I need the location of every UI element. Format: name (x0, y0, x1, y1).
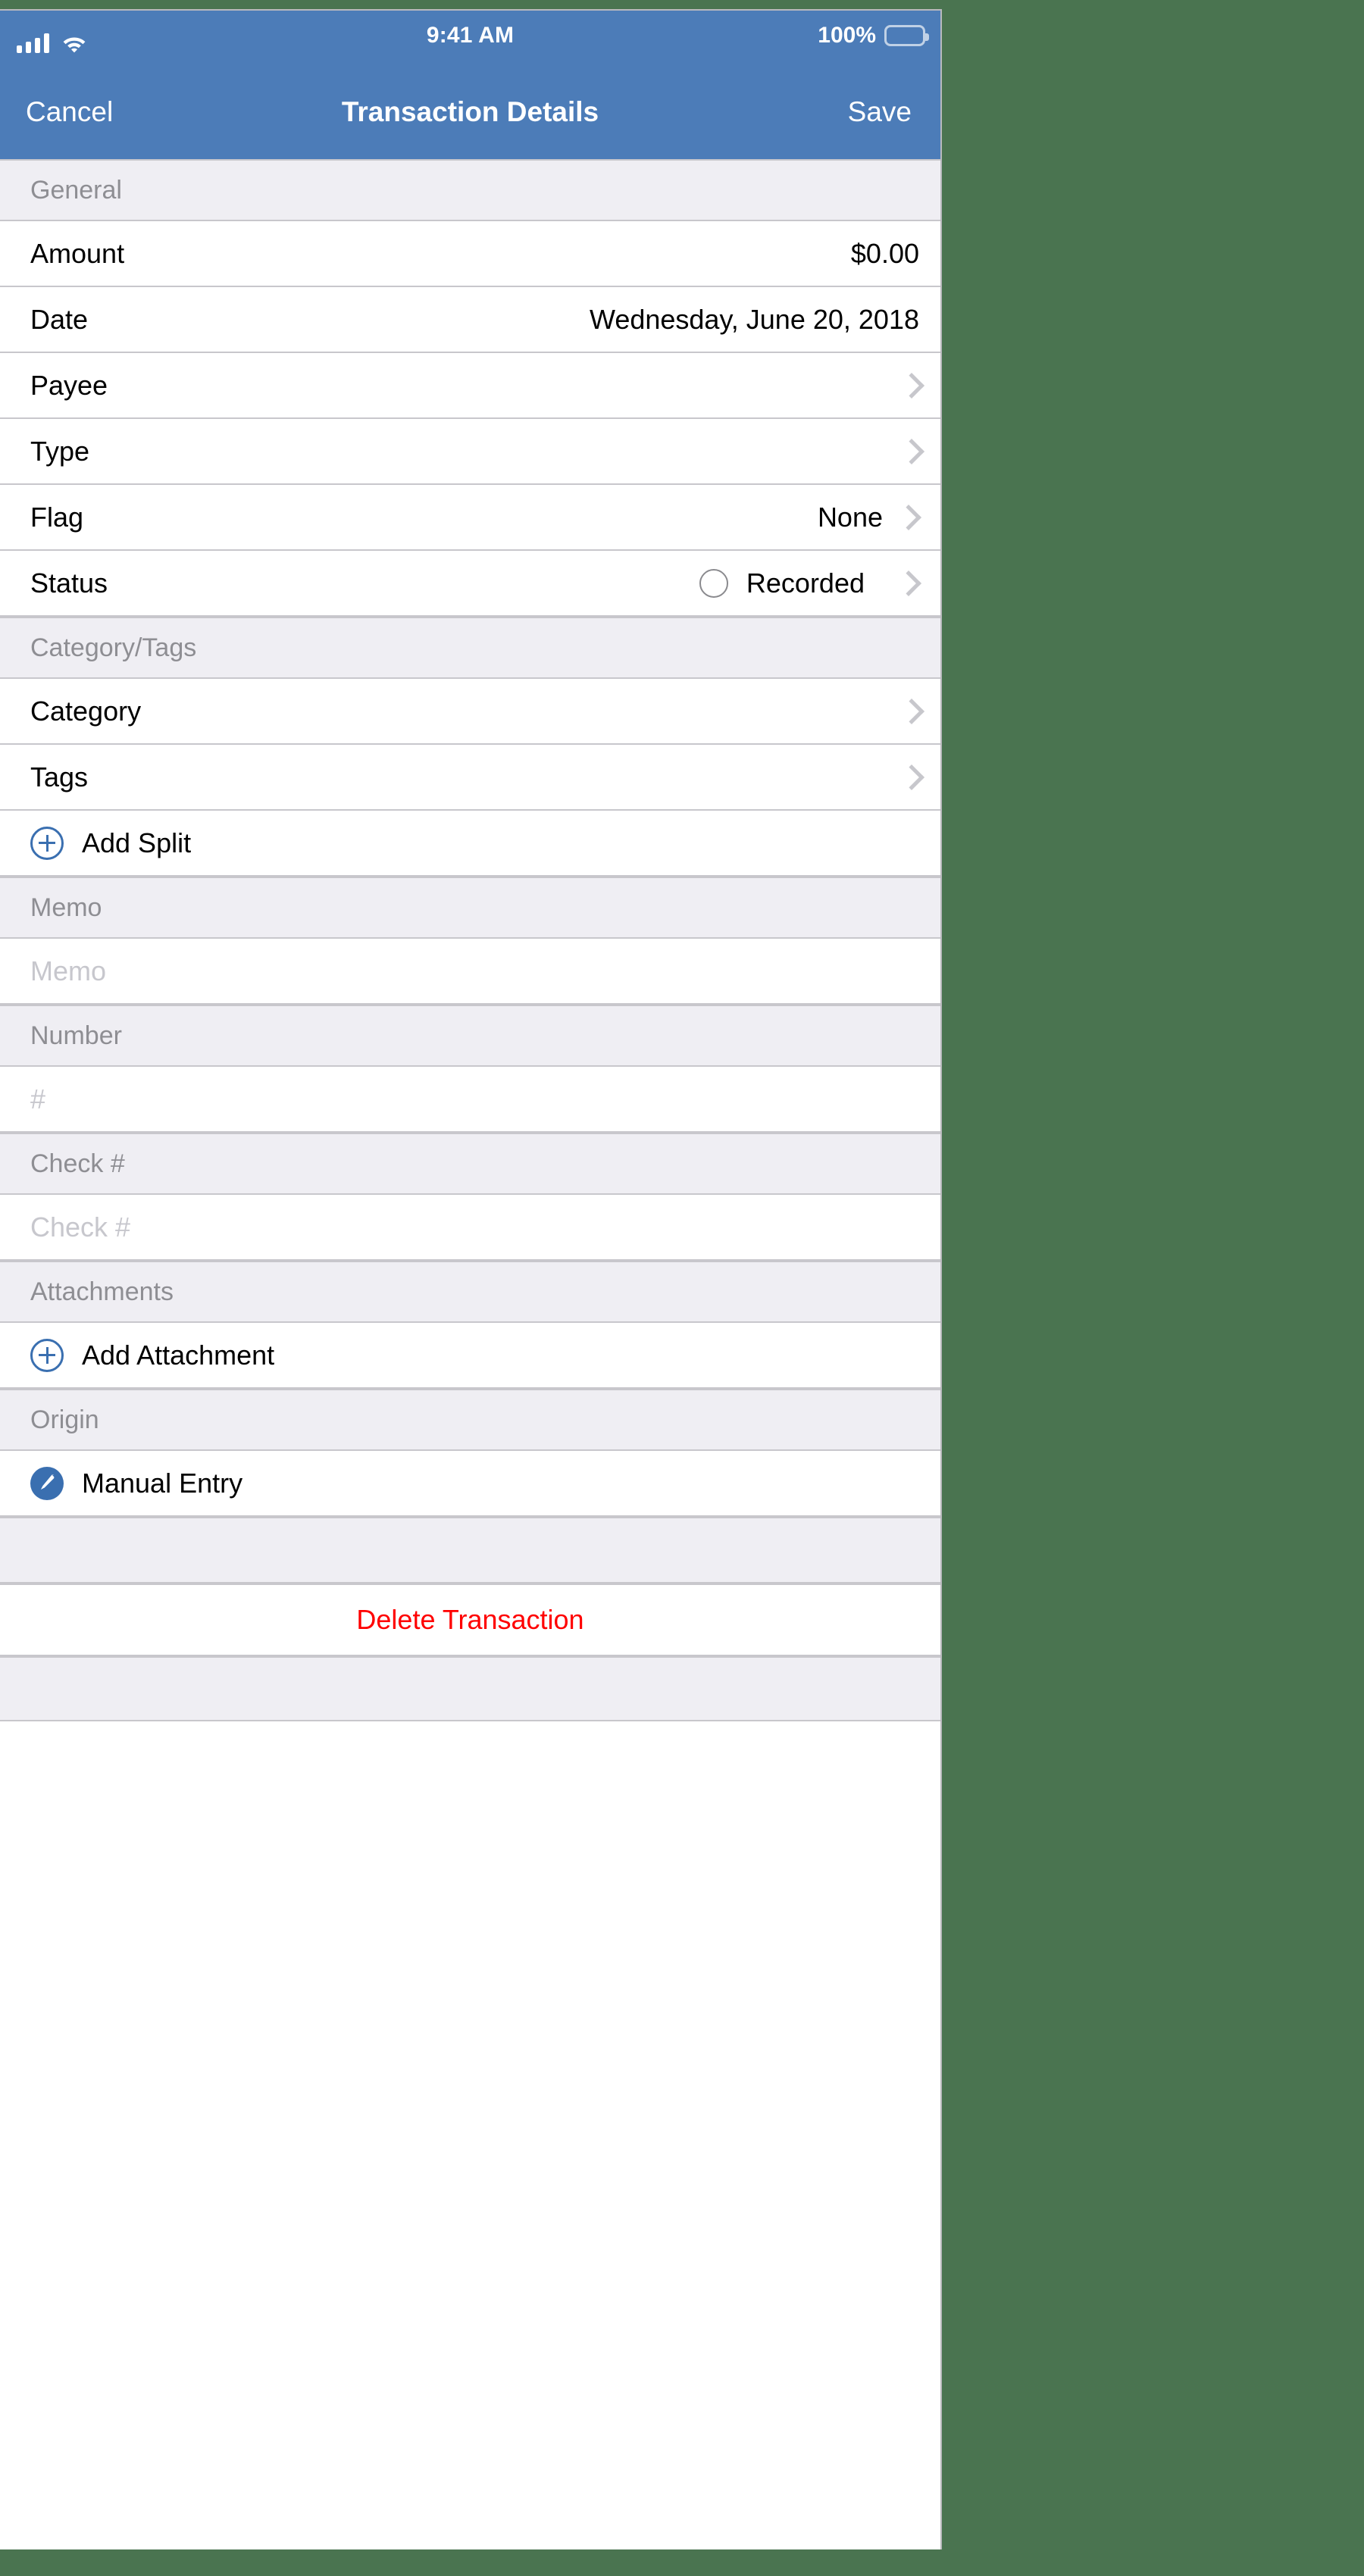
row-add-split[interactable]: Add Split (0, 811, 940, 877)
row-label-manual-entry: Manual Entry (82, 1467, 243, 1499)
phone-screen: 9:41 AM 100% Cancel Transaction Details … (0, 9, 942, 2549)
footer-spacer-top (0, 1517, 940, 1583)
row-label-type: Type (30, 435, 90, 467)
delete-transaction-button[interactable]: Delete Transaction (0, 1583, 940, 1656)
chevron-right-icon (896, 572, 919, 595)
row-label-status: Status (30, 567, 108, 599)
footer-spacer-bottom (0, 1656, 940, 1721)
delete-transaction-label: Delete Transaction (356, 1604, 584, 1635)
row-add-attachment[interactable]: Add Attachment (0, 1323, 940, 1389)
row-label-amount: Amount (30, 237, 125, 269)
row-number-input[interactable]: # (0, 1067, 940, 1133)
chevron-right-icon (899, 374, 922, 397)
row-type[interactable]: Type (0, 419, 940, 485)
section-header-number: Number (0, 1005, 940, 1067)
row-value-status: Recorded (746, 567, 865, 599)
page-title: Transaction Details (341, 96, 599, 127)
battery-full-icon (884, 25, 929, 46)
section-header-check-number: Check # (0, 1133, 940, 1195)
battery-percent-label: 100% (818, 23, 876, 48)
pencil-circle-icon (30, 1466, 64, 1500)
row-date[interactable]: Date Wednesday, June 20, 2018 (0, 287, 940, 353)
navigation-bar: 9:41 AM 100% Cancel Transaction Details … (0, 11, 940, 159)
row-value-date: Wednesday, June 20, 2018 (590, 303, 919, 335)
section-header-memo: Memo (0, 877, 940, 939)
row-manual-entry[interactable]: Manual Entry (0, 1451, 940, 1517)
row-payee[interactable]: Payee (0, 353, 940, 419)
plus-circle-icon (30, 1338, 64, 1372)
section-header-category-tags: Category/Tags (0, 617, 940, 679)
section-header-attachments: Attachments (0, 1261, 940, 1323)
chevron-right-icon (896, 506, 919, 529)
row-label-category: Category (30, 695, 142, 727)
row-label-flag: Flag (30, 501, 84, 533)
chevron-right-icon (899, 700, 922, 723)
row-label-payee: Payee (30, 369, 108, 401)
row-tags[interactable]: Tags (0, 745, 940, 811)
row-category[interactable]: Category (0, 679, 940, 745)
plus-circle-icon (30, 826, 64, 860)
chevron-right-icon (899, 440, 922, 463)
row-label-add-attachment: Add Attachment (82, 1339, 275, 1371)
row-status[interactable]: Status Recorded (0, 551, 940, 617)
row-amount[interactable]: Amount $0.00 (0, 221, 940, 287)
check-number-input[interactable]: Check # (30, 1211, 130, 1243)
chevron-right-icon (899, 766, 922, 789)
row-memo-input[interactable]: Memo (0, 939, 940, 1005)
status-bar-time: 9:41 AM (426, 23, 515, 48)
status-bar-right: 100% (818, 23, 929, 48)
row-flag[interactable]: Flag None (0, 485, 940, 551)
row-check-number-input[interactable]: Check # (0, 1195, 940, 1261)
row-label-tags: Tags (30, 761, 89, 792)
row-status-value-group: Recorded (699, 567, 919, 599)
status-circle-icon (699, 568, 728, 598)
number-input[interactable]: # (30, 1083, 45, 1115)
navigation-bar-buttons: Cancel Transaction Details Save (0, 65, 940, 159)
save-button[interactable]: Save (848, 96, 912, 128)
section-header-general: General (0, 159, 940, 221)
row-value-flag: None (817, 501, 883, 533)
section-header-origin: Origin (0, 1389, 940, 1451)
row-value-amount: $0.00 (850, 237, 919, 269)
row-label-date: Date (30, 303, 89, 335)
status-bar: 9:41 AM 100% (0, 11, 940, 65)
memo-input[interactable]: Memo (30, 955, 106, 987)
row-label-add-split: Add Split (82, 827, 192, 858)
